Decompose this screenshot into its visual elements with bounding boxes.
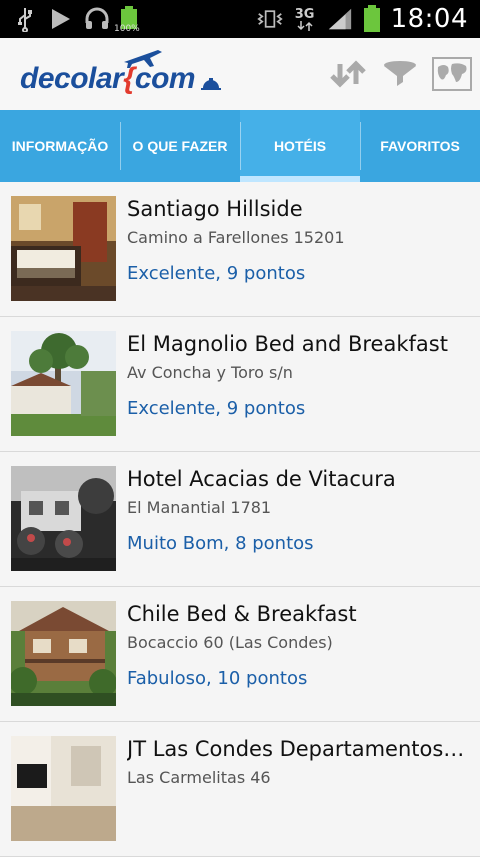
hotel-address: Bocaccio 60 (Las Condes) [127,633,333,652]
hotel-photo [11,601,116,706]
network-3g-icon: 3G [293,6,317,32]
hotel-name: JT Las Condes Departamentos… [127,737,465,761]
headphones-icon [84,6,110,32]
clock: 18:04 [390,4,468,34]
status-right-icons: 3G 18:04 [256,4,468,34]
hotel-name: El Magnolio Bed and Breakfast [127,332,448,356]
hotel-list: Santiago Hillside Camino a Farellones 15… [0,182,480,857]
sort-arrows-icon [330,60,366,88]
tab-label: INFORMAÇÃO [11,138,109,154]
section-tabs: INFORMAÇÃO O QUE FAZER HOTÉIS FAVORITOS [0,110,480,182]
tab-label: FAVORITOS [380,138,460,154]
hotel-info: JT Las Condes Departamentos… Las Carmeli… [127,736,468,803]
hotel-list-item[interactable]: JT Las Condes Departamentos… Las Carmeli… [0,722,480,857]
vibrate-icon [256,6,283,32]
tab-informacao[interactable]: INFORMAÇÃO [0,110,120,182]
hotel-address: Camino a Farellones 15201 [127,228,345,247]
hotel-address: El Manantial 1781 [127,498,272,517]
hotel-rating: Excelente, 9 pontos [127,263,306,284]
hotel-list-item[interactable]: Santiago Hillside Camino a Farellones 15… [0,182,480,317]
tab-label: HOTÉIS [273,138,327,154]
hotel-bell-icon [201,78,222,90]
tab-label: O QUE FAZER [132,138,228,154]
sort-button[interactable] [328,54,368,94]
decolar-logo: decolar { com [20,50,223,96]
tab-favoritos[interactable]: FAVORITOS [360,110,480,182]
battery-small-icon: 100% [114,6,140,34]
network-type-text: 3G [294,6,315,22]
hotel-name: Chile Bed & Breakfast [127,602,357,626]
hotel-address: Av Concha y Toro s/n [127,363,293,382]
plane-icon [124,50,162,68]
hotel-photo [11,196,116,301]
battery-icon [363,5,381,32]
hotel-rating: Muito Bom, 8 pontos [127,533,314,554]
header-actions [328,52,472,96]
hotel-list-item[interactable]: Chile Bed & Breakfast Bocaccio 60 (Las C… [0,587,480,722]
tab-hoteis[interactable]: HOTÉIS [240,110,360,182]
hotel-list-item[interactable]: Hotel Acacias de Vitacura El Manantial 1… [0,452,480,587]
hotel-photo [11,331,116,436]
status-bar: 100% 3G 18:04 [0,0,480,38]
filter-button[interactable] [380,54,420,94]
signal-icon [327,6,353,32]
hotel-address: Las Carmelitas 46 [127,768,271,787]
hotel-name: Santiago Hillside [127,197,303,221]
map-button[interactable] [432,54,472,94]
hotel-name: Hotel Acacias de Vitacura [127,467,396,491]
usb-icon [12,6,38,32]
hotel-info: El Magnolio Bed and Breakfast Av Concha … [127,331,468,419]
battery-percent-text: 100% [114,24,140,34]
play-icon [48,6,74,32]
tab-o-que-fazer[interactable]: O QUE FAZER [120,110,240,182]
hotel-rating: Fabuloso, 10 pontos [127,668,308,689]
hotel-photo [11,466,116,571]
filter-icon [384,61,416,86]
app-header: decolar { com [0,38,480,111]
map-icon [432,57,472,91]
status-left-icons: 100% [12,4,140,34]
logo-text-left: decolar [20,62,124,95]
hotel-info: Santiago Hillside Camino a Farellones 15… [127,196,468,284]
hotel-list-item[interactable]: El Magnolio Bed and Breakfast Av Concha … [0,317,480,452]
hotel-info: Hotel Acacias de Vitacura El Manantial 1… [127,466,468,554]
hotel-info: Chile Bed & Breakfast Bocaccio 60 (Las C… [127,601,468,689]
hotel-rating: Excelente, 9 pontos [127,398,306,419]
hotel-photo [11,736,116,841]
